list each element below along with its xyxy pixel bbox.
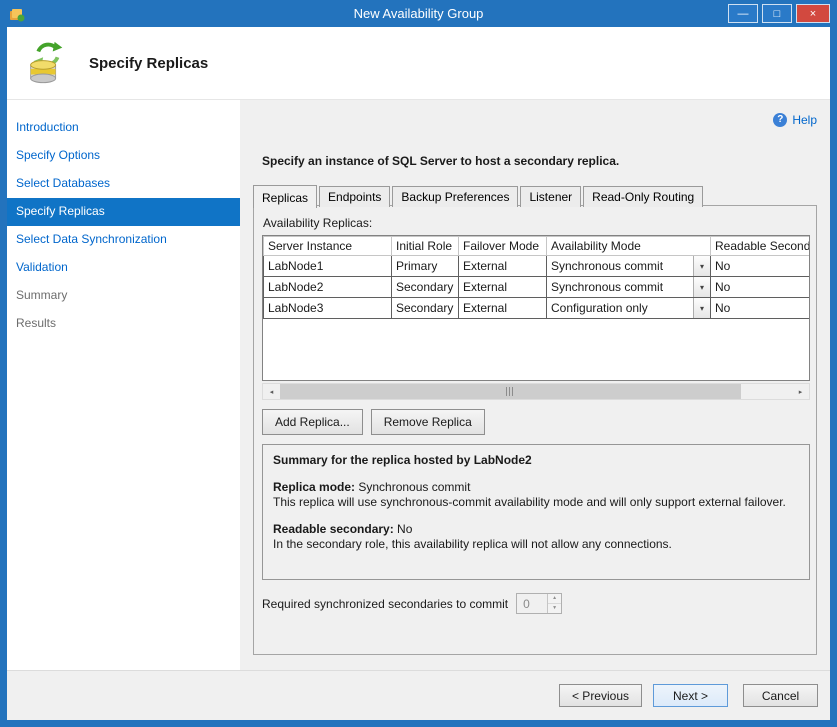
failover-mode-cell[interactable]: External — [459, 277, 547, 298]
table-row[interactable]: LabNode1 Primary External Synchronous co… — [264, 256, 811, 277]
server-instance-cell[interactable]: LabNode1 — [264, 256, 392, 277]
server-instance-cell[interactable]: LabNode2 — [264, 277, 392, 298]
footer-button-bar: < Previous Next > Cancel — [7, 670, 830, 720]
readable-secondary-cell[interactable]: No — [711, 256, 811, 277]
column-header-server-instance: Server Instance — [264, 237, 392, 256]
maximize-button[interactable]: □ — [762, 4, 792, 23]
chevron-down-icon[interactable]: ▾ — [693, 298, 710, 318]
quorum-value: 0 — [517, 594, 547, 613]
title-bar: New Availability Group — □ × — [7, 0, 830, 27]
availability-group-icon — [23, 40, 69, 86]
readable-secondary-value: No — [394, 522, 413, 536]
spin-down-icon: ▼ — [548, 604, 561, 613]
replica-mode-value: Synchronous commit — [355, 480, 470, 494]
dialog-frame: Specify Replicas Introduction Specify Op… — [7, 27, 830, 720]
availability-mode-dropdown[interactable]: Configuration only ▾ — [547, 298, 711, 319]
close-button[interactable]: × — [796, 4, 830, 23]
scroll-right-arrow[interactable]: ▸ — [792, 384, 809, 399]
readable-secondary-line: Readable secondary: No — [273, 522, 799, 537]
replicas-grid: Server Instance Initial Role Failover Mo… — [262, 235, 810, 381]
help-label: Help — [792, 113, 817, 127]
window-title: New Availability Group — [7, 6, 830, 21]
scrollbar-thumb[interactable] — [280, 384, 741, 399]
table-row[interactable]: LabNode3 Secondary External Configuratio… — [264, 298, 811, 319]
minimize-icon: — — [738, 8, 749, 20]
column-header-readable-secondary: Readable Secondary — [711, 237, 811, 256]
replica-mode-description: This replica will use synchronous-commit… — [273, 495, 799, 510]
summary-title: Summary for the replica hosted by LabNod… — [273, 453, 799, 468]
readable-secondary-description: In the secondary role, this availability… — [273, 537, 799, 552]
sidebar-item-specify-options[interactable]: Specify Options — [7, 142, 240, 170]
table-row[interactable]: LabNode2 Secondary External Synchronous … — [264, 277, 811, 298]
availability-mode-value: Synchronous commit — [547, 278, 693, 296]
tab-replicas[interactable]: Replicas — [253, 185, 317, 208]
availability-mode-value: Configuration only — [547, 299, 693, 317]
initial-role-cell[interactable]: Secondary — [392, 277, 459, 298]
readable-secondary-cell[interactable]: No — [711, 277, 811, 298]
scrollbar-grip-icon — [506, 387, 514, 396]
spin-up-icon: ▲ — [548, 594, 561, 604]
quorum-spinner: 0 ▲ ▼ — [516, 593, 562, 614]
next-button[interactable]: Next > — [653, 684, 728, 707]
minimize-button[interactable]: — — [728, 4, 758, 23]
tab-backup-preferences[interactable]: Backup Preferences — [392, 186, 518, 207]
availability-mode-dropdown[interactable]: Synchronous commit ▾ — [547, 277, 711, 298]
wizard-header: Specify Replicas — [7, 27, 830, 100]
failover-mode-cell[interactable]: External — [459, 256, 547, 277]
tab-read-only-routing[interactable]: Read-Only Routing — [583, 186, 703, 207]
app-icon — [9, 6, 25, 22]
remove-replica-button[interactable]: Remove Replica — [371, 409, 485, 435]
previous-button[interactable]: < Previous — [559, 684, 642, 707]
failover-mode-cell[interactable]: External — [459, 298, 547, 319]
availability-replicas-label: Availability Replicas: — [263, 216, 808, 230]
readable-secondary-cell[interactable]: No — [711, 298, 811, 319]
maximize-icon: □ — [774, 8, 781, 20]
availability-mode-dropdown[interactable]: Synchronous commit ▾ — [547, 256, 711, 277]
replica-buttons-row: Add Replica... Remove Replica — [262, 409, 808, 435]
sidebar-item-validation[interactable]: Validation — [7, 254, 240, 282]
sidebar-item-introduction[interactable]: Introduction — [7, 114, 240, 142]
tab-strip: Replicas Endpoints Backup Preferences Li… — [253, 183, 817, 206]
close-icon: × — [810, 8, 816, 20]
replica-mode-line: Replica mode: Synchronous commit — [273, 480, 799, 495]
column-header-failover-mode: Failover Mode — [459, 237, 547, 256]
replicas-tab-panel: Availability Replicas: Server Instance I… — [253, 205, 817, 655]
sidebar-item-specify-replicas[interactable]: Specify Replicas — [7, 198, 240, 226]
tab-endpoints[interactable]: Endpoints — [319, 186, 390, 207]
cancel-button[interactable]: Cancel — [743, 684, 818, 707]
scroll-left-arrow[interactable]: ◂ — [263, 384, 280, 399]
grid-header-row: Server Instance Initial Role Failover Mo… — [264, 237, 811, 256]
dialog-body: Introduction Specify Options Select Data… — [7, 100, 830, 670]
quorum-label: Required synchronized secondaries to com… — [262, 597, 508, 611]
window-controls: — □ × — [728, 4, 830, 23]
quorum-row: Required synchronized secondaries to com… — [262, 593, 808, 614]
sidebar-item-select-data-synchronization[interactable]: Select Data Synchronization — [7, 226, 240, 254]
server-instance-cell[interactable]: LabNode3 — [264, 298, 392, 319]
chevron-down-icon[interactable]: ▾ — [693, 277, 710, 297]
tab-listener[interactable]: Listener — [520, 186, 581, 207]
new-availability-group-window: New Availability Group — □ × Specify Rep… — [0, 0, 837, 727]
sidebar-item-results: Results — [7, 310, 240, 338]
add-replica-button[interactable]: Add Replica... — [262, 409, 363, 435]
initial-role-cell[interactable]: Primary — [392, 256, 459, 277]
availability-mode-value: Synchronous commit — [547, 257, 693, 275]
main-content: ? Help Specify an instance of SQL Server… — [240, 100, 830, 670]
page-title: Specify Replicas — [89, 55, 208, 72]
scrollbar-track[interactable] — [280, 384, 792, 399]
readable-secondary-label: Readable secondary: — [273, 522, 394, 536]
horizontal-scrollbar[interactable]: ◂ ▸ — [262, 383, 810, 400]
instruction-text: Specify an instance of SQL Server to hos… — [262, 154, 817, 168]
column-header-availability-mode: Availability Mode — [547, 237, 711, 256]
sidebar-item-select-databases[interactable]: Select Databases — [7, 170, 240, 198]
column-header-initial-role: Initial Role — [392, 237, 459, 256]
help-link[interactable]: ? Help — [253, 112, 817, 128]
spinner-buttons: ▲ ▼ — [547, 594, 561, 613]
chevron-down-icon[interactable]: ▾ — [693, 256, 710, 276]
replica-summary-box: Summary for the replica hosted by LabNod… — [262, 444, 810, 580]
help-icon: ? — [773, 113, 787, 127]
wizard-steps-sidebar: Introduction Specify Options Select Data… — [7, 100, 240, 670]
initial-role-cell[interactable]: Secondary — [392, 298, 459, 319]
sidebar-item-summary: Summary — [7, 282, 240, 310]
replica-mode-label: Replica mode: — [273, 480, 355, 494]
